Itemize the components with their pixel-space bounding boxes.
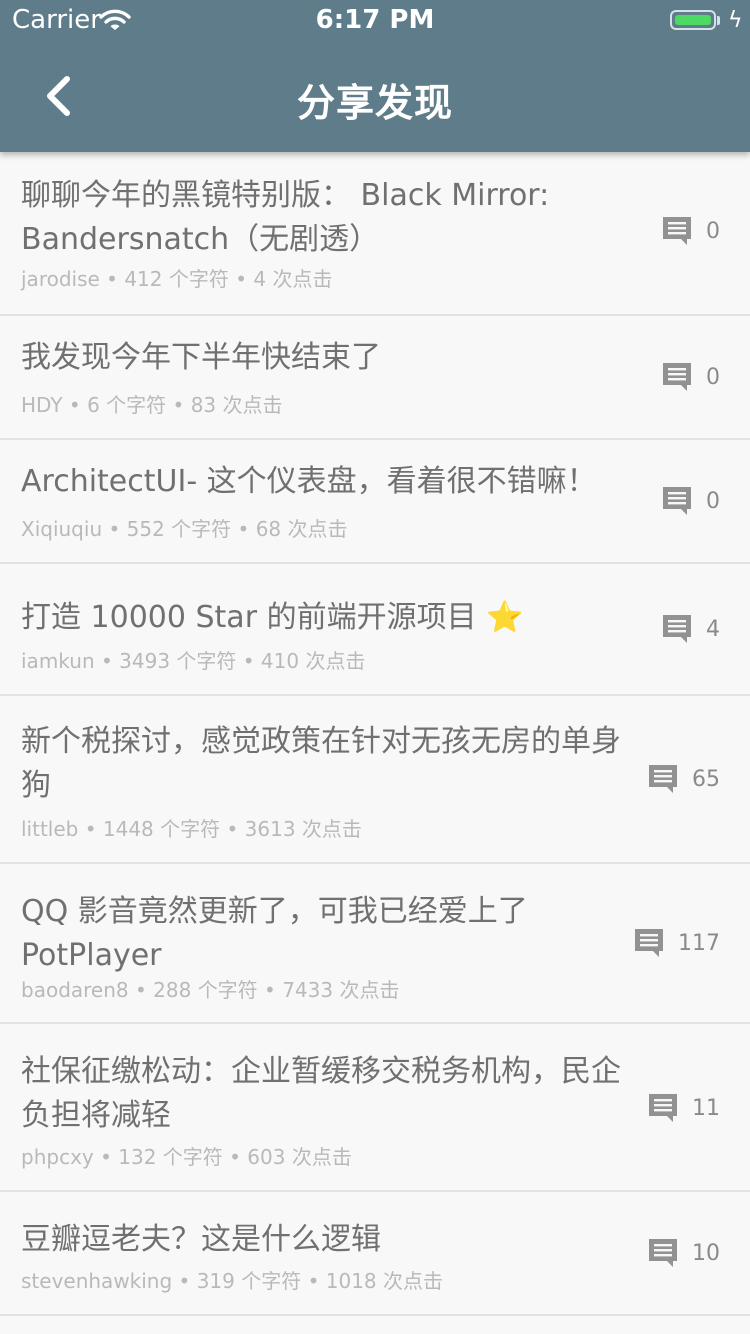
item-meta: iamkun • 3493 个字符 • 410 次点击 [21,649,366,673]
list-item[interactable]: 新个税探讨，感觉政策在针对无孩无房的单身狗 littleb • 1448 个字符… [0,696,750,864]
comment-icon [635,929,663,957]
comment-icon [663,487,691,515]
item-author[interactable]: littleb [21,817,78,841]
item-meta: baodaren8 • 288 个字符 • 7433 次点击 [21,978,400,1002]
item-title[interactable]: 打造 10000 Star 的前端开源项目 ⭐ [21,596,621,640]
comment-count: 4 [662,614,720,644]
comment-count-value: 0 [706,364,720,390]
comment-count: 65 [648,764,720,794]
item-author[interactable]: Xiqiuqiu [21,517,102,541]
item-author[interactable]: HDY [21,393,63,417]
list-item[interactable]: 豆瓣逗老夫？这是什么逻辑 stevenhawking • 319 个字符 • 1… [0,1192,750,1316]
comment-count-value: 0 [706,488,720,514]
navigation-bar: Carrier 6:17 PM ϟ 分享发现 [0,0,750,152]
item-author[interactable]: jarodise [21,267,100,291]
item-clicks: 1018 次点击 [325,1269,444,1293]
item-meta: littleb • 1448 个字符 • 3613 次点击 [21,817,362,841]
battery-icon [670,10,716,30]
comment-count-value: 11 [692,1095,720,1121]
comment-icon [649,1239,677,1267]
item-chars: 1448 个字符 [102,817,221,841]
item-author[interactable]: iamkun [21,649,95,673]
item-meta: Xiqiuqiu • 552 个字符 • 68 次点击 [21,517,348,541]
list-item[interactable]: QQ 影音竟然更新了，可我已经爱上了 PotPlayer baodaren8 •… [0,864,750,1024]
item-clicks: 7433 次点击 [282,978,400,1002]
item-title[interactable]: 聊聊今年的黑镜特别版： Black Mirror: Bandersnatch（无… [21,174,621,262]
comment-icon [663,363,691,391]
item-title[interactable]: 我发现今年下半年快结束了 [21,336,621,380]
charging-icon: ϟ [728,8,743,33]
item-chars: 319 个字符 [196,1269,302,1293]
item-meta: jarodise • 412 个字符 • 4 次点击 [21,267,333,291]
comment-count: 0 [662,216,720,246]
comment-count: 10 [648,1238,720,1268]
item-clicks: 603 次点击 [247,1145,352,1169]
item-chars: 132 个字符 [118,1145,223,1169]
comment-count-value: 117 [678,930,720,956]
item-author[interactable]: phpcxy [21,1145,94,1169]
comment-icon [649,1094,677,1122]
topic-list: 聊聊今年的黑镜特别版： Black Mirror: Bandersnatch（无… [0,152,750,1316]
item-meta: phpcxy • 132 个字符 • 603 次点击 [21,1145,352,1169]
comment-icon [663,615,691,643]
item-author[interactable]: baodaren8 [21,978,129,1002]
status-bar: Carrier 6:17 PM ϟ [0,0,750,40]
comment-count: 11 [648,1093,720,1123]
item-chars: 6 个字符 [87,393,167,417]
battery-cap [717,16,720,25]
item-chars: 552 个字符 [126,517,232,541]
list-item[interactable]: 社保征缴松动：企业暂缓移交税务机构，民企负担将减轻 phpcxy • 132 个… [0,1024,750,1192]
page-title: 分享发现 [296,81,453,125]
status-time: 6:17 PM [315,5,435,35]
star-icon: ⭐ [486,600,524,635]
comment-icon [649,765,677,793]
list-item[interactable]: 聊聊今年的黑镜特别版： Black Mirror: Bandersnatch（无… [0,152,750,316]
comment-count-value: 4 [706,616,720,642]
comment-count-value: 65 [692,766,720,792]
item-chars: 412 个字符 [124,267,229,291]
list-item[interactable]: 我发现今年下半年快结束了 HDY • 6 个字符 • 83 次点击 0 [0,316,750,440]
item-author[interactable]: stevenhawking [21,1269,172,1293]
item-title[interactable]: 豆瓣逗老夫？这是什么逻辑 [21,1218,621,1262]
list-item[interactable]: 打造 10000 Star 的前端开源项目 ⭐ iamkun • 3493 个字… [0,564,750,696]
comment-count-value: 10 [692,1240,720,1266]
item-title-text: 打造 10000 Star 的前端开源项目 [21,600,477,635]
item-clicks: 83 次点击 [190,393,283,417]
item-clicks: 4 次点击 [253,267,333,291]
list-item[interactable]: ArchitectUI- 这个仪表盘，看着很不错嘛！ Xiqiuqiu • 55… [0,440,750,564]
item-clicks: 3613 次点击 [244,817,362,841]
comment-count-value: 0 [706,218,720,244]
item-title[interactable]: ArchitectUI- 这个仪表盘，看着很不错嘛！ [21,460,621,504]
item-meta: HDY • 6 个字符 • 83 次点击 [21,393,283,417]
item-chars: 288 个字符 [153,978,258,1002]
item-title[interactable]: 社保征缴松动：企业暂缓移交税务机构，民企负担将减轻 [21,1050,621,1138]
item-clicks: 410 次点击 [260,649,366,673]
comment-count: 0 [662,362,720,392]
item-meta: stevenhawking • 319 个字符 • 1018 次点击 [21,1269,444,1293]
comment-count: 0 [662,486,720,516]
item-title[interactable]: 新个税探讨，感觉政策在针对无孩无房的单身狗 [21,720,621,808]
item-chars: 3493 个字符 [119,649,237,673]
item-clicks: 68 次点击 [255,517,348,541]
item-title[interactable]: QQ 影音竟然更新了，可我已经爱上了 PotPlayer [21,890,621,978]
comment-count: 117 [634,928,720,958]
comment-icon [663,217,691,245]
